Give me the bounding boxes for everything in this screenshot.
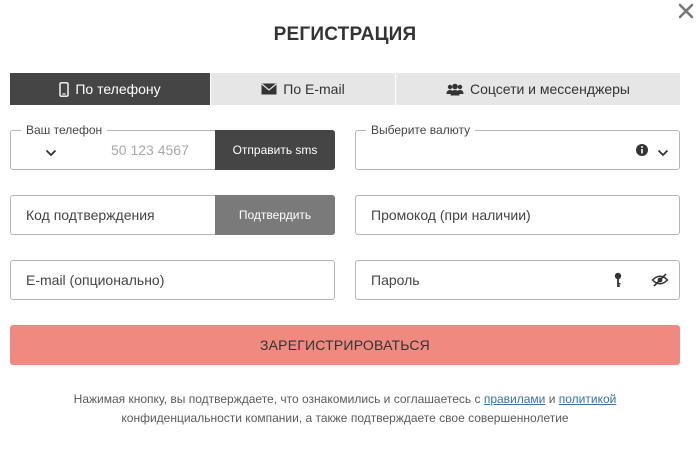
- envelope-icon: [261, 83, 277, 95]
- eye-slash-icon[interactable]: [651, 273, 669, 287]
- register-button[interactable]: ЗАРЕГИСТРИРОВАТЬСЯ: [10, 325, 680, 365]
- tab-email[interactable]: По E-mail: [210, 73, 395, 105]
- promo-code-field[interactable]: Промокод (при наличии): [355, 195, 680, 235]
- country-chevron-down-icon[interactable]: [45, 145, 57, 157]
- disclaimer-text-2: конфиденциальности компании, а также под…: [121, 411, 569, 425]
- phone-field-label: Ваш телефон: [21, 123, 108, 137]
- phone-number-input[interactable]: 50 123 4567: [111, 131, 189, 169]
- send-sms-button[interactable]: Отправить sms: [215, 130, 335, 170]
- close-button[interactable]: [677, 0, 695, 22]
- tab-phone-label: По телефону: [75, 81, 161, 97]
- tab-phone[interactable]: По телефону: [10, 73, 210, 105]
- email-field[interactable]: E-mail (опционально): [10, 260, 335, 300]
- tab-social-label: Соцсети и мессенджеры: [469, 81, 630, 97]
- password-field[interactable]: Пароль: [355, 260, 680, 300]
- registration-tabs: По телефону По E-mail Соцсети и мессендж…: [10, 73, 680, 105]
- tab-social[interactable]: Соцсети и мессенджеры: [395, 73, 680, 105]
- phone-icon: [59, 81, 70, 97]
- disclaimer-text-1: Нажимая кнопку, вы подтверждаете, что оз…: [73, 392, 484, 406]
- page-title: РЕГИСТРАЦИЯ: [273, 24, 417, 45]
- close-icon: [678, 3, 694, 19]
- terms-disclaimer: Нажимая кнопку, вы подтверждаете, что оз…: [10, 390, 680, 428]
- tab-email-label: По E-mail: [283, 81, 345, 97]
- info-icon[interactable]: [635, 143, 649, 157]
- users-icon: [446, 83, 464, 96]
- currency-select-label: Выберите валюту: [366, 123, 476, 137]
- disclaimer-and: и: [545, 392, 559, 406]
- confirm-button[interactable]: Подтвердить: [215, 195, 335, 235]
- confirmation-code-placeholder: Код подтверждения: [26, 207, 155, 223]
- chevron-down-icon: [657, 145, 669, 157]
- password-placeholder: Пароль: [371, 272, 420, 288]
- promo-code-placeholder: Промокод (при наличии): [371, 207, 531, 223]
- currency-select[interactable]: Выберите валюту: [355, 123, 680, 170]
- confirmation-code-field[interactable]: Код подтверждения Подтвердить: [10, 195, 335, 235]
- phone-field[interactable]: Ваш телефон 50 123 4567 Отправить sms: [10, 123, 335, 170]
- email-placeholder: E-mail (опционально): [26, 272, 165, 288]
- privacy-policy-link[interactable]: политикой: [559, 392, 617, 406]
- rules-link[interactable]: правилами: [484, 392, 546, 406]
- key-icon[interactable]: [613, 272, 623, 288]
